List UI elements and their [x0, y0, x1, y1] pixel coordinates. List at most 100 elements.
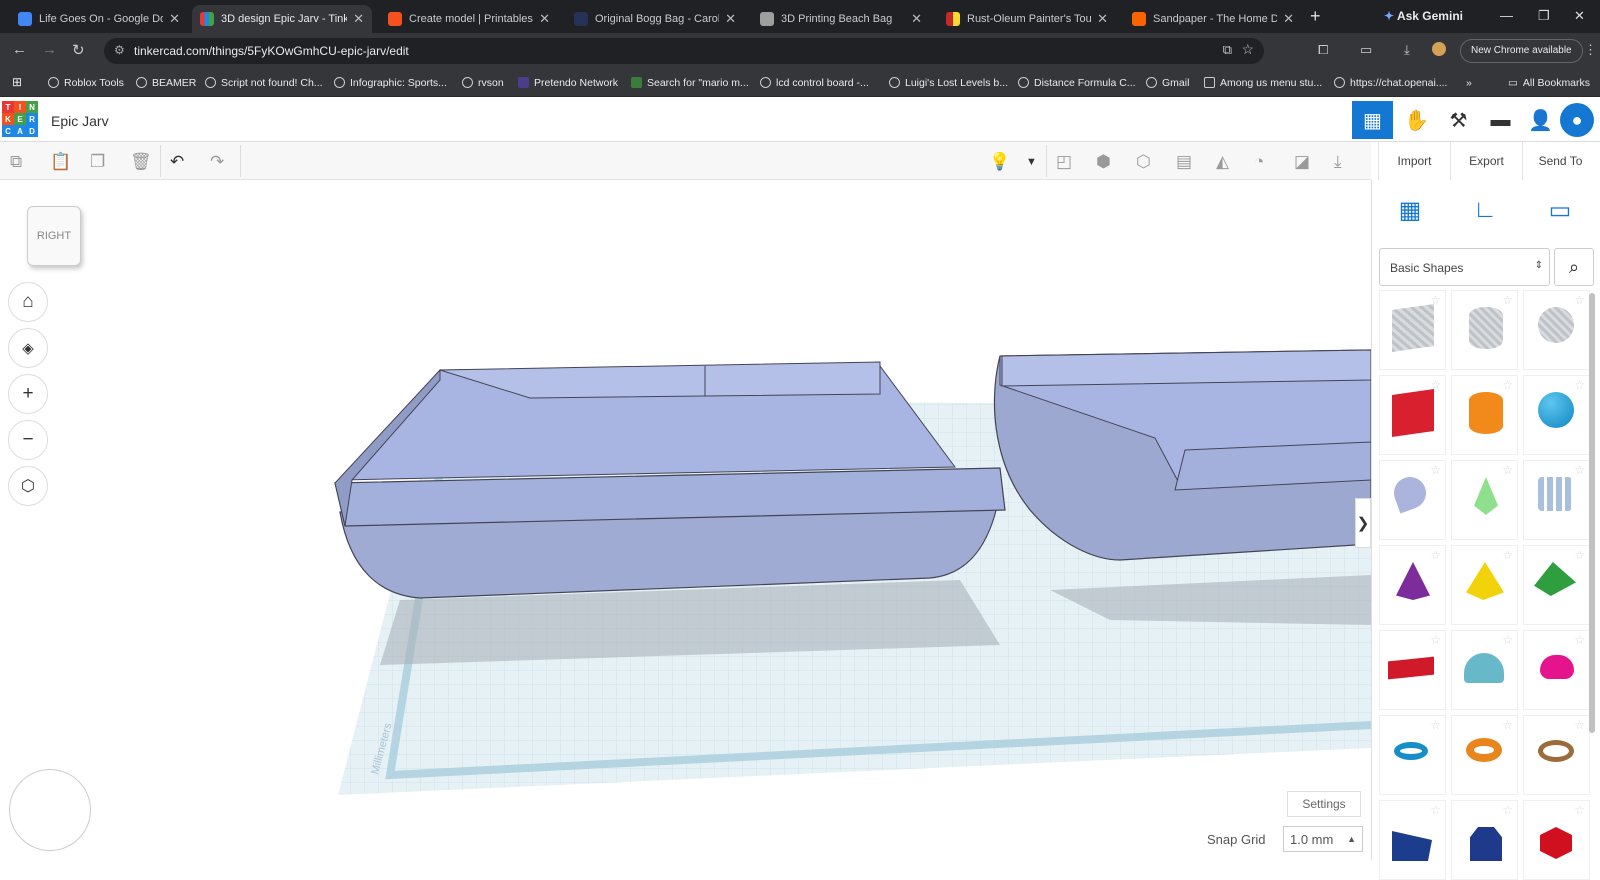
bookmark-item[interactable]: BEAMER	[136, 77, 196, 89]
design-title[interactable]: Epic Jarv	[51, 113, 109, 129]
star-icon[interactable]: ☆	[1574, 463, 1585, 477]
right-half-cylinder-tray[interactable]	[993, 349, 1371, 561]
shape-sphere[interactable]: ☆	[1523, 375, 1590, 455]
star-icon[interactable]: ☆	[1502, 633, 1513, 647]
workplane-icon[interactable]: ▦	[1390, 190, 1430, 230]
undo-icon[interactable]: ↶	[170, 152, 184, 172]
star-icon[interactable]: ☆	[1502, 718, 1513, 732]
shapes-scrollbar[interactable]	[1589, 293, 1595, 733]
export-button[interactable]: Export	[1450, 142, 1522, 180]
tab-beach-bag[interactable]: 3D Printing Beach Bag ✕	[752, 5, 930, 33]
url-field[interactable]: ⚙ tinkercad.com/things/5FyKOwGmhCU-epic-…	[104, 38, 1264, 64]
new-chrome-available-button[interactable]: New Chrome available	[1460, 39, 1583, 63]
star-icon[interactable]: ☆	[1502, 378, 1513, 392]
all-bookmarks[interactable]: ▭ All Bookmarks	[1508, 77, 1590, 89]
lightbulb-icon[interactable]: 💡	[989, 152, 1010, 172]
more-bookmarks-icon[interactable]: »	[1466, 77, 1472, 89]
group-icon[interactable]: ⬢	[1096, 152, 1111, 172]
ask-gemini-button[interactable]: ✦ Ask Gemini	[1384, 9, 1463, 23]
star-icon[interactable]: ☆	[1430, 803, 1441, 817]
star-icon[interactable]: ☆	[1502, 463, 1513, 477]
avatar[interactable]: ●	[1560, 103, 1594, 137]
star-icon[interactable]: ☆	[1574, 633, 1585, 647]
tab-bogg-bag[interactable]: Original Bogg Bag - Carolina ✕	[566, 5, 744, 33]
bookmark-item[interactable]: Script not found! Ch...	[205, 77, 323, 89]
bookmark-item[interactable]: Luigi's Lost Levels b...	[889, 77, 1008, 89]
view-cube[interactable]: RIGHT	[27, 206, 81, 266]
tinkercad-logo[interactable]: T I N K E R C A D	[2, 101, 38, 137]
copy-icon[interactable]: ⧉	[10, 152, 22, 172]
close-icon[interactable]: ✕	[725, 11, 736, 27]
bookmark-item[interactable]: Distance Formula C...	[1018, 77, 1136, 89]
notes-icon[interactable]: ▭	[1540, 190, 1580, 230]
tab-google-docs[interactable]: Life Goes On - Google Docs ✕	[10, 5, 188, 33]
apps-icon[interactable]: ⊞	[12, 75, 22, 89]
forward-icon[interactable]: →	[42, 41, 57, 58]
shape-graphic[interactable]: ☆	[1451, 460, 1518, 540]
chevron-down-icon[interactable]: ▼	[1026, 156, 1037, 168]
star-icon[interactable]: ☆	[1430, 633, 1441, 647]
shape-text[interactable]: ☆	[1379, 630, 1446, 710]
notes-circle[interactable]	[9, 769, 91, 851]
star-icon[interactable]: ☆	[1502, 293, 1513, 307]
bookmark-item[interactable]: Among us menu stu...	[1204, 77, 1322, 89]
bricks-icon[interactable]: ▬	[1480, 101, 1521, 139]
bookmark-item[interactable]: Infographic: Sports...	[334, 77, 447, 89]
workplane-tool-icon[interactable]: ◪	[1294, 152, 1310, 172]
shape-round-roof[interactable]: ☆	[1451, 630, 1518, 710]
tab-search-icon[interactable]: ▭	[1360, 42, 1372, 58]
star-icon[interactable]: ☆	[1574, 548, 1585, 562]
site-info-icon[interactable]: ⚙	[114, 43, 125, 57]
extensions-icon[interactable]: ⧠	[1318, 42, 1328, 58]
new-tab-button[interactable]: +	[1310, 6, 1321, 27]
shape-tube[interactable]: ☆	[1451, 715, 1518, 795]
profile-icon[interactable]	[1432, 42, 1446, 56]
bookmark-item[interactable]: Gmail	[1146, 77, 1189, 89]
close-icon[interactable]: ✕	[1097, 11, 1108, 27]
close-icon[interactable]: ✕	[353, 11, 364, 27]
close-window-icon[interactable]: ✕	[1574, 8, 1585, 24]
bookmark-star-icon[interactable]: ☆	[1241, 41, 1254, 58]
close-icon[interactable]: ✕	[539, 11, 550, 27]
minimize-icon[interactable]: —	[1500, 8, 1513, 23]
add-user-icon[interactable]: 👤	[1520, 101, 1561, 139]
mirror-icon[interactable]: ◭	[1216, 152, 1229, 172]
reload-icon[interactable]: ↻	[72, 41, 85, 59]
bookmark-item[interactable]: Roblox Tools	[48, 77, 124, 89]
fit-view-button[interactable]: ◈	[8, 328, 48, 368]
paste-icon[interactable]: 📋	[50, 152, 71, 172]
shape-wedge[interactable]: ☆	[1379, 800, 1446, 880]
shape-ring[interactable]: ☆	[1523, 715, 1590, 795]
shape-cone[interactable]: ☆	[1379, 545, 1446, 625]
star-icon[interactable]: ☆	[1502, 803, 1513, 817]
star-icon[interactable]: ☆	[1430, 463, 1441, 477]
tab-printables[interactable]: Create model | Printables.com ✕	[380, 5, 558, 33]
search-button[interactable]: ⌕	[1554, 248, 1594, 286]
shape-half-sphere[interactable]: ☆	[1523, 630, 1590, 710]
shape-box-hole[interactable]: ☆	[1379, 290, 1446, 370]
duplicate-icon[interactable]: ❐	[90, 152, 105, 172]
shape-polygon[interactable]: ☆	[1451, 800, 1518, 880]
ruler-icon[interactable]: ∟	[1465, 190, 1505, 230]
align-icon[interactable]: ▤	[1176, 152, 1192, 172]
3d-workplane-canvas[interactable]: Millimeters	[0, 180, 1371, 860]
shape-cylinder[interactable]: ☆	[1451, 375, 1518, 455]
hide-icon[interactable]: ◰	[1056, 152, 1072, 172]
import-button[interactable]: Import	[1378, 142, 1450, 180]
ungroup-icon[interactable]: ⬡	[1136, 152, 1151, 172]
perspective-button[interactable]: ⬡	[8, 466, 48, 506]
tab-tinkercad[interactable]: 3D design Epic Jarv - Tinkercad ✕	[192, 5, 372, 33]
close-icon[interactable]: ✕	[169, 11, 180, 27]
shape-text-and-numbers[interactable]: ☆	[1523, 460, 1590, 540]
sim-lab-icon[interactable]: ⚒	[1438, 101, 1479, 139]
menu-dots-icon[interactable]: ⋮	[1584, 42, 1597, 58]
tab-home-depot[interactable]: Sandpaper - The Home Depot ✕	[1124, 5, 1302, 33]
delete-icon[interactable]: 🗑	[130, 152, 152, 172]
3d-design-view-icon[interactable]: ▦	[1352, 101, 1393, 139]
star-icon[interactable]: ☆	[1574, 293, 1585, 307]
redo-icon[interactable]: ↷	[210, 152, 224, 172]
star-icon[interactable]: ☆	[1430, 548, 1441, 562]
restore-icon[interactable]: ❐	[1538, 8, 1550, 24]
workplane-scene[interactable]: Millimeters	[0, 180, 1371, 860]
shape-torus[interactable]: ☆	[1379, 715, 1446, 795]
